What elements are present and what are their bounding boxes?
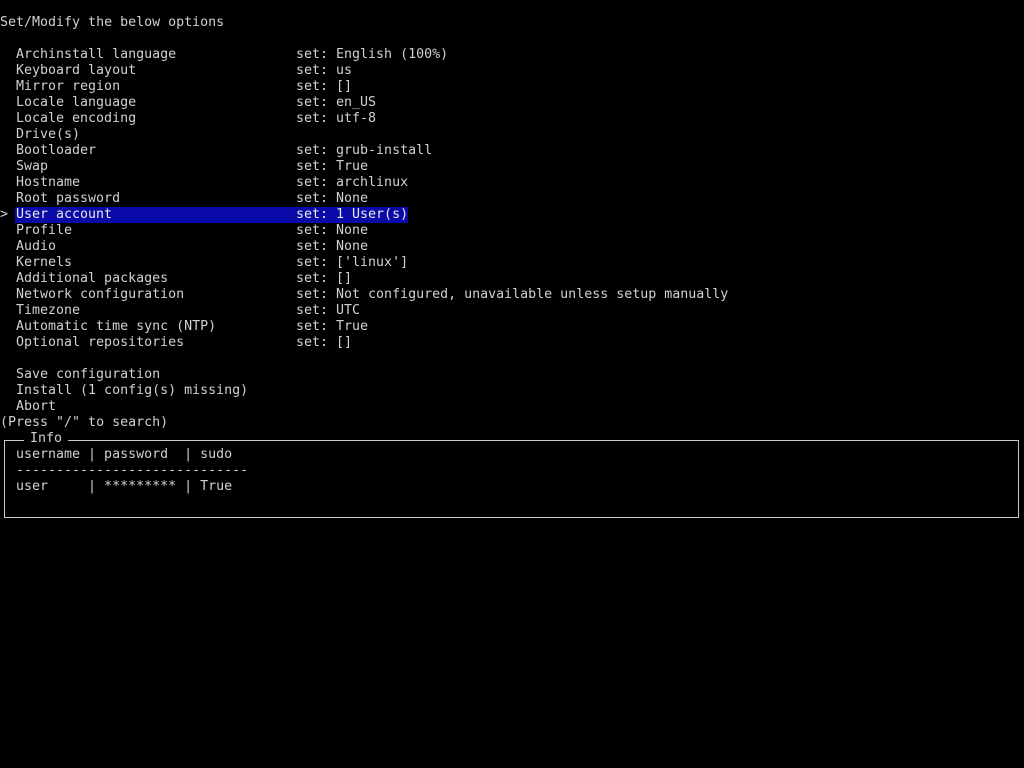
- menu-item-keyboard-layout[interactable]: Keyboard layout set: us: [0, 63, 420, 79]
- menu-item-label: Hostname: [16, 175, 81, 190]
- menu-item-label: Locale language: [16, 95, 137, 110]
- menu-item-label: Keyboard layout: [16, 63, 137, 78]
- info-table-separator: -----------------------------: [16, 463, 249, 478]
- menu-item-label: Audio: [16, 239, 57, 254]
- menu-item-label: Network configuration: [16, 287, 185, 302]
- menu-item-archinstall-language[interactable]: Archinstall language set: English (100%): [0, 47, 448, 63]
- menu-item-additional-packages[interactable]: Additional packages set: []: [0, 271, 420, 287]
- install-button[interactable]: Install (1 config(s) missing): [0, 383, 420, 399]
- menu-item-value: set: None: [296, 191, 369, 206]
- menu-item-label: Locale encoding: [16, 111, 137, 126]
- menu-item-value: set: us: [296, 63, 353, 78]
- menu-item-value: set: 1 User(s): [296, 207, 409, 222]
- menu-item-label: Timezone: [16, 303, 81, 318]
- page-title: Set/Modify the below options: [0, 15, 225, 30]
- save-configuration-button[interactable]: Save configuration: [0, 367, 420, 383]
- menu-item-value: set: None: [296, 223, 369, 238]
- menu-item-value: set: True: [296, 159, 369, 174]
- menu-item-value: set: archlinux: [296, 175, 409, 190]
- menu-item-label: Additional packages: [16, 271, 169, 286]
- menu-item-value: set: utf-8: [296, 111, 377, 126]
- menu-item-locale-language[interactable]: Locale language set: en_US: [0, 95, 420, 111]
- menu-item-audio[interactable]: Audio set: None: [0, 239, 420, 255]
- menu-item-user-account[interactable]: > User account set: 1 User(s): [0, 207, 420, 223]
- menu-item-value: set: []: [296, 335, 353, 350]
- menu-item-label: Optional repositories: [16, 335, 185, 350]
- menu-item-label: Bootloader: [16, 143, 97, 158]
- action-label: Install (1 config(s) missing): [16, 383, 249, 398]
- menu-item-label: Kernels: [16, 255, 73, 270]
- menu-item-label: Profile: [16, 223, 73, 238]
- menu-item-mirror-region[interactable]: Mirror region set: []: [0, 79, 420, 95]
- menu-item-bootloader[interactable]: Bootloader set: grub-install: [0, 143, 432, 159]
- action-label: Abort: [16, 399, 57, 414]
- menu-item-network-configuration[interactable]: Network configuration set: Not configure…: [0, 287, 760, 303]
- menu-item-timezone[interactable]: Timezone set: UTC: [0, 303, 420, 319]
- selection-cursor-icon: >: [0, 207, 9, 222]
- menu-item-optional-repositories[interactable]: Optional repositories set: []: [0, 335, 420, 351]
- action-label: Save configuration: [16, 367, 161, 382]
- menu-item-label: Root password: [16, 191, 121, 206]
- menu-item-drives[interactable]: Drive(s): [0, 127, 420, 143]
- menu-item-value: set: ['linux']: [296, 255, 409, 270]
- menu-item-value: set: []: [296, 79, 353, 94]
- info-table-row: user | ********* | True: [16, 479, 233, 494]
- info-table-header: username | password | sudo: [16, 447, 233, 462]
- menu-item-value: set: None: [296, 239, 369, 254]
- menu-item-value: set: Not configured, unavailable unless …: [296, 287, 729, 302]
- menu-item-value: set: True: [296, 319, 369, 334]
- menu-item-label: Swap: [16, 159, 49, 174]
- menu-item-locale-encoding[interactable]: Locale encoding set: utf-8: [0, 111, 420, 127]
- menu-item-value: set: English (100%): [296, 47, 449, 62]
- menu-item-swap[interactable]: Swap set: True: [0, 159, 420, 175]
- menu-item-value: set: []: [296, 271, 353, 286]
- search-hint: (Press "/" to search): [0, 415, 169, 430]
- menu-item-value: set: grub-install: [296, 143, 433, 158]
- menu-item-label: Automatic time sync (NTP): [16, 319, 217, 334]
- menu-item-label: Mirror region: [16, 79, 121, 94]
- menu-item-label: User account: [16, 207, 113, 222]
- info-panel-title: Info: [24, 431, 69, 447]
- menu-item-profile[interactable]: Profile set: None: [0, 223, 420, 239]
- menu-item-kernels[interactable]: Kernels set: ['linux']: [0, 255, 420, 271]
- menu-item-value: set: UTC: [296, 303, 361, 318]
- abort-button[interactable]: Abort: [0, 399, 420, 415]
- menu-item-label: Drive(s): [16, 127, 81, 142]
- menu-item-hostname[interactable]: Hostname set: archlinux: [0, 175, 420, 191]
- menu-item-label: Archinstall language: [16, 47, 177, 62]
- menu-item-value: set: en_US: [296, 95, 377, 110]
- menu-item-root-password[interactable]: Root password set: None: [0, 191, 420, 207]
- menu-item-automatic-time-sync[interactable]: Automatic time sync (NTP) set: True: [0, 319, 420, 335]
